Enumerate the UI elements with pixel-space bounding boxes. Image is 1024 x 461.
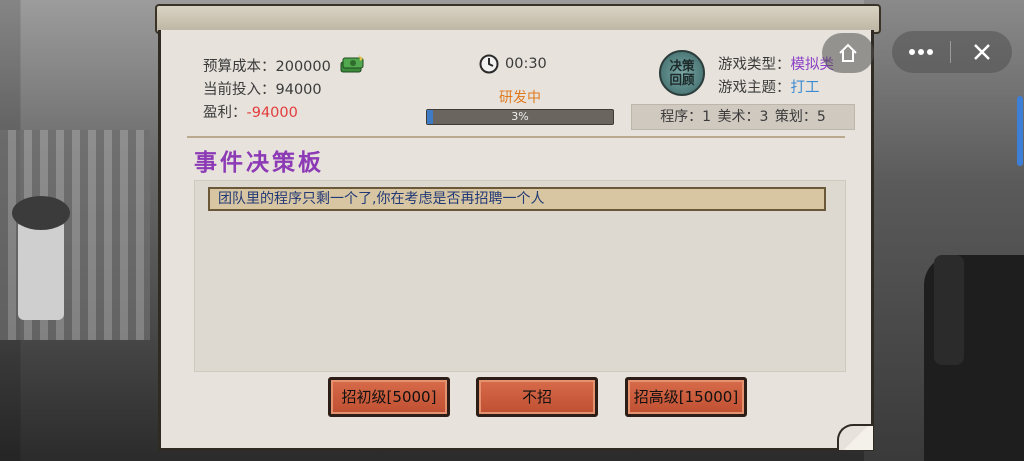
budget-row: 预算成本：200000	[203, 54, 365, 79]
investment-label: 当前投入：	[203, 82, 276, 98]
event-panel: 预算成本：200000 当前投入：94000 盈利：-94000 00:30 研…	[158, 30, 874, 451]
game-theme-label: 游戏主题：	[718, 80, 791, 96]
home-button[interactable]	[822, 33, 874, 73]
budget-label: 预算成本：	[203, 59, 276, 75]
background-plant	[12, 196, 70, 320]
investment-row: 当前投入：94000	[203, 79, 365, 102]
game-type-label: 游戏类型：	[718, 57, 791, 73]
game-info: 游戏类型：模拟类 游戏主题：打工	[718, 54, 834, 100]
budget-value: 200000	[275, 59, 331, 75]
no-hire-button[interactable]: 不招	[476, 377, 598, 417]
mini-program-capsule	[892, 31, 1012, 73]
profit-row: 盈利：-94000	[203, 102, 365, 125]
profit-value: -94000	[246, 105, 298, 121]
more-dots-icon	[909, 49, 933, 55]
dev-progress-bar: 3%	[426, 109, 614, 125]
event-message: 团队里的程序只剩一个了,你在考虑是否再招聘一个人	[208, 187, 826, 211]
home-icon	[839, 43, 857, 62]
review-line-1: 决策	[669, 58, 695, 73]
timer-value: 00:30	[505, 56, 547, 72]
more-button[interactable]	[892, 48, 950, 56]
close-button[interactable]	[951, 42, 1012, 62]
review-line-2: 回顾	[669, 72, 695, 87]
investment-value: 94000	[275, 82, 322, 98]
game-theme-row: 游戏主题：打工	[718, 77, 834, 100]
background-chair-back	[934, 255, 964, 365]
finance-info: 预算成本：200000 当前投入：94000 盈利：-94000	[203, 54, 365, 125]
hire-junior-button[interactable]: 招初级[5000]	[328, 377, 450, 417]
dev-timer: 00:30	[479, 54, 547, 74]
page-curl	[837, 424, 873, 450]
game-type-row: 游戏类型：模拟类	[718, 54, 834, 77]
dev-status: 研发中	[499, 90, 541, 106]
decision-review-button[interactable]: 决策 回顾	[659, 50, 705, 96]
profit-label: 盈利：	[203, 105, 247, 121]
game-theme-value: 打工	[790, 80, 820, 96]
edge-scroll-indicator	[1017, 96, 1023, 166]
close-icon	[973, 44, 990, 60]
clock-icon	[479, 54, 499, 74]
progress-label: 3%	[511, 110, 529, 123]
event-board: 团队里的程序只剩一个了,你在考虑是否再招聘一个人	[194, 180, 846, 372]
board-title: 事件决策板	[194, 149, 324, 176]
team-composition: 程序：1 美术：3 策划：5	[631, 104, 855, 130]
divider	[187, 136, 845, 138]
hire-senior-button[interactable]: 招高级[15000]	[625, 377, 747, 417]
money-stack-icon	[340, 55, 364, 73]
